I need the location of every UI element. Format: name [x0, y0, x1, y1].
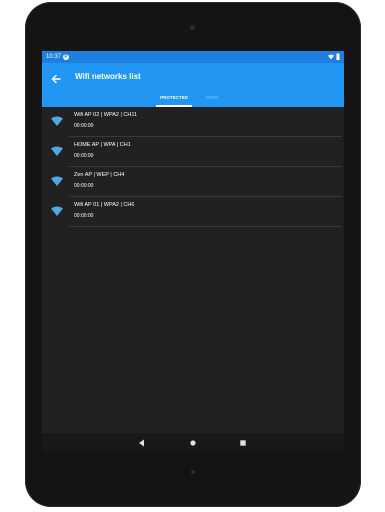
wifi-icon	[51, 206, 63, 216]
list-item[interactable]: Wifi AP 02 | WPA2 | CH11 00:00:00	[42, 107, 344, 136]
network-time: 00:00:00	[74, 153, 94, 159]
device-sensor	[191, 470, 195, 474]
front-camera	[190, 25, 195, 30]
network-time: 00:00:00	[74, 213, 94, 219]
wifi-icon	[51, 176, 63, 186]
network-title: Wifi AP 01 | WPA2 | CH6	[74, 202, 135, 208]
network-time: 00:00:00	[74, 183, 94, 189]
home-nav-icon[interactable]	[188, 438, 198, 448]
battery-icon	[336, 53, 340, 60]
back-nav-icon[interactable]	[137, 438, 147, 448]
page-title: Wifi networks list	[75, 72, 141, 81]
network-title: Zen AP | WEP | CH4	[74, 172, 125, 178]
wifi-status-icon	[328, 54, 334, 59]
app-screen: 10:37 P Wifi networks list PROTECTED OPE…	[42, 51, 344, 453]
status-time: 10:37	[46, 54, 62, 60]
list-item[interactable]: HOME AP | WPA | CH1 00:00:00	[42, 137, 344, 166]
divider	[69, 226, 342, 227]
list-item[interactable]: Zen AP | WEP | CH4 00:00:00	[42, 167, 344, 196]
wifi-icon	[51, 146, 63, 156]
network-time: 00:00:00	[74, 123, 94, 129]
navigation-bar	[42, 433, 344, 453]
notification-icon: P	[63, 54, 69, 60]
list-item[interactable]: Wifi AP 01 | WPA2 | CH6 00:00:00	[42, 197, 344, 226]
tablet-device: 10:37 P Wifi networks list PROTECTED OPE…	[25, 2, 361, 507]
tab-bar: PROTECTED OPEN	[42, 84, 344, 108]
network-title: HOME AP | WPA | CH1	[74, 142, 131, 148]
network-title: Wifi AP 02 | WPA2 | CH11	[74, 112, 138, 118]
wifi-icon	[51, 116, 63, 126]
status-icons	[328, 53, 340, 60]
recents-nav-icon[interactable]	[238, 438, 248, 448]
status-bar: 10:37 P	[42, 51, 344, 63]
